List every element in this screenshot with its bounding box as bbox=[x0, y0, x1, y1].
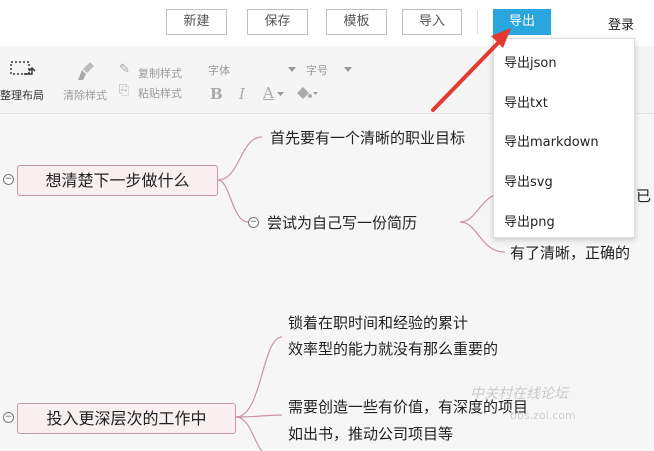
new-button[interactable]: 新建 bbox=[166, 9, 227, 35]
collapse-toggle[interactable]: − bbox=[3, 412, 14, 423]
chevron-down-icon bbox=[344, 67, 352, 72]
copy-style-icon: ✎ bbox=[119, 62, 130, 77]
export-svg-item[interactable]: 导出svg bbox=[504, 171, 553, 190]
subtopic-node[interactable]: 已 bbox=[636, 185, 651, 206]
subtopic-node-line[interactable]: 如出书，推动公司项目等 bbox=[288, 423, 453, 444]
font-family-select[interactable]: 字体 bbox=[208, 62, 230, 78]
subtopic-node[interactable]: 有了清晰，正确的 bbox=[510, 242, 630, 263]
watermark-text: 中关村在线论坛 bbox=[470, 386, 568, 402]
save-button[interactable]: 保存 bbox=[247, 9, 308, 35]
subtopic-node[interactable]: 尝试为自己写一份简历 bbox=[267, 212, 417, 233]
topic-node[interactable]: 想清楚下一步做什么 bbox=[17, 165, 218, 196]
watermark-url: bbs.zol.com bbox=[510, 409, 576, 422]
topic-node[interactable]: 投入更深层次的工作中 bbox=[17, 403, 236, 434]
brush-icon[interactable] bbox=[76, 60, 98, 82]
fill-color-icon[interactable] bbox=[294, 84, 318, 102]
export-markdown-item[interactable]: 导出markdown bbox=[504, 131, 599, 150]
collapse-toggle[interactable]: − bbox=[3, 174, 14, 185]
chevron-down-icon bbox=[277, 92, 284, 96]
font-color-button[interactable]: A bbox=[263, 84, 274, 102]
paste-style-icon: ⎘ bbox=[119, 83, 130, 98]
export-png-item[interactable]: 导出png bbox=[504, 211, 555, 230]
copy-style-label[interactable]: 复制样式 bbox=[138, 65, 182, 81]
chevron-down-icon bbox=[288, 67, 296, 72]
arrange-layout-icon[interactable] bbox=[10, 60, 36, 80]
arrange-layout-label[interactable]: 整理布局 bbox=[0, 87, 44, 103]
template-button[interactable]: 模板 bbox=[326, 9, 387, 35]
login-link[interactable]: 登录 bbox=[608, 14, 634, 33]
annotation-arrow-icon bbox=[431, 28, 511, 112]
italic-button[interactable]: I bbox=[239, 85, 245, 103]
clear-style-label[interactable]: 清除样式 bbox=[63, 87, 107, 103]
bold-button[interactable]: B bbox=[210, 85, 223, 103]
subtopic-node-line[interactable]: 效率型的能力就没有那么重要的 bbox=[288, 338, 498, 359]
subtopic-node-line[interactable]: 锁着在职时间和经验的累计 bbox=[288, 312, 468, 333]
paste-style-label[interactable]: 粘贴样式 bbox=[138, 85, 182, 101]
font-size-select[interactable]: 字号 bbox=[306, 62, 328, 78]
subtopic-node[interactable]: 首先要有一个清晰的职业目标 bbox=[270, 127, 465, 148]
collapse-toggle[interactable]: − bbox=[248, 217, 259, 228]
